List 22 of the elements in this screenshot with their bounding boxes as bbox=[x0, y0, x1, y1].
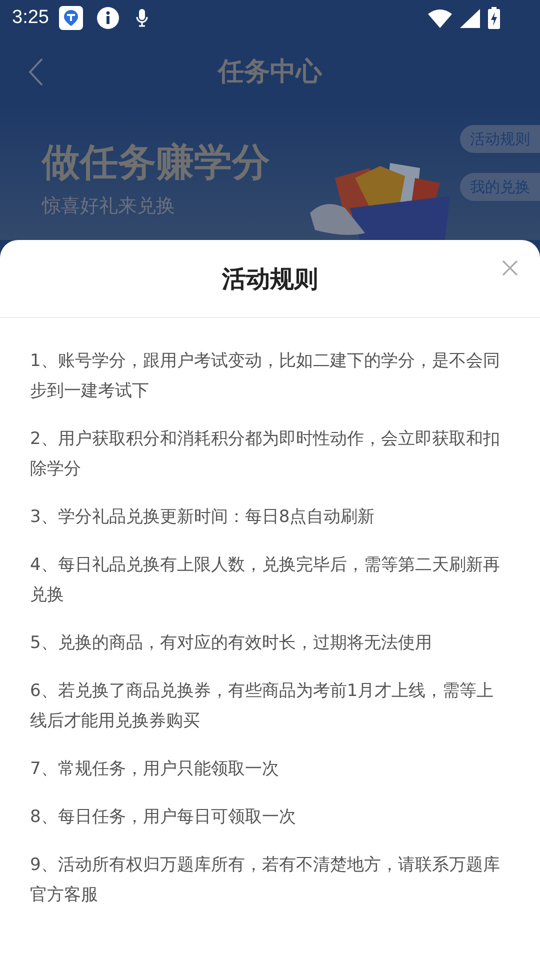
info-icon bbox=[96, 7, 119, 29]
status-time: 3:25 bbox=[12, 6, 49, 30]
banner-subtitle: 惊喜好礼来兑换 bbox=[42, 194, 176, 219]
rule-text: 6、若兑换了商品兑换券，有些商品为考前1月才上线，需等上线后才能用兑换券购买 bbox=[30, 680, 495, 733]
wifi-icon bbox=[428, 8, 452, 28]
rule-text: 3、学分礼品兑换更新时间：每日8点自动刷新 bbox=[30, 506, 376, 529]
banner-headline: 做任务赚学分 bbox=[42, 139, 270, 186]
rule-text: 7、常规任务，用户只能领取一次 bbox=[30, 758, 280, 781]
back-icon[interactable] bbox=[28, 58, 44, 86]
battery-icon bbox=[488, 7, 500, 29]
rule-text: 9、活动所有权归万题库所有，若有不清楚地方，请联系万题库官方客服 bbox=[30, 854, 501, 907]
rule-text: 5、兑换的商品，有对应的有效时长，过期将无法使用 bbox=[30, 632, 433, 655]
rule-text: 2、用户获取积分和消耗积分都为即时性动作，会立即获取和扣除学分 bbox=[30, 428, 501, 481]
sheet-title: 活动规则 bbox=[222, 264, 318, 294]
page-title: 任务中心 bbox=[218, 56, 322, 88]
rule-text: 1、账号学分，跟用户考试变动，比如二建下的学分，是不会同步到一建考试下 bbox=[30, 350, 501, 403]
close-icon[interactable] bbox=[502, 260, 518, 276]
rule-text: 4、每日礼品兑换有上限人数，兑换完毕后，需等第二天刷新再兑换 bbox=[30, 554, 501, 607]
rule-text: 8、每日任务，用户每日可领取一次 bbox=[30, 806, 297, 829]
microphone-icon bbox=[134, 8, 149, 28]
app-notification-icon bbox=[58, 6, 83, 30]
signal-icon bbox=[460, 8, 480, 28]
